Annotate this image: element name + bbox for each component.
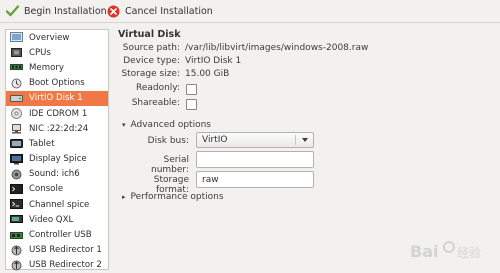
sidebar-item-cpus[interactable]: CPUs: [6, 45, 108, 60]
storage-size-label: Storage size:: [121, 69, 180, 79]
disk-bus-value: VirtIO: [202, 135, 228, 145]
performance-options-expander[interactable]: ▸ Performance options: [122, 192, 224, 202]
cpu-icon: [9, 47, 24, 59]
overview-icon: [9, 32, 24, 44]
expander-right-icon: ▸: [122, 193, 126, 201]
console-icon: [9, 183, 24, 195]
sidebar-item-video-qxl[interactable]: Video QXL: [6, 212, 108, 227]
disk-bus-combo[interactable]: VirtIO: [196, 132, 314, 148]
storage-size-value: 15.00 GiB: [185, 69, 230, 79]
sidebar-item-console[interactable]: Console: [6, 182, 108, 197]
sidebar-item-label: Video QXL: [29, 214, 74, 225]
channel-icon: [9, 199, 24, 211]
sidebar-item-label: Memory: [29, 62, 64, 73]
toolbar: Begin Installation Cancel Installation: [0, 0, 500, 23]
expander-down-icon: ▾: [122, 121, 126, 129]
boot-options-icon: [9, 77, 24, 89]
sidebar-item-label: Console: [29, 184, 64, 195]
disk-icon: [9, 92, 24, 104]
checkmark-icon: [6, 5, 19, 17]
sidebar-item-tablet[interactable]: Tablet: [6, 136, 108, 151]
sidebar-item-usb-redirector-1[interactable]: USB Redirector 1: [6, 243, 108, 258]
source-path-label: Source path:: [122, 43, 180, 53]
tablet-icon: [9, 138, 24, 150]
sidebar-item-sound[interactable]: Sound: ich6: [6, 167, 108, 182]
sidebar-item-label: Channel spice: [29, 199, 90, 210]
shareable-checkbox[interactable]: [186, 99, 197, 110]
sidebar-item-label: Sound: ich6: [29, 169, 80, 180]
sidebar-item-controller-usb[interactable]: Controller USB: [6, 227, 108, 242]
sidebar-item-channel-spice[interactable]: Channel spice: [6, 197, 108, 212]
controller-icon: [9, 229, 24, 241]
readonly-label: Readonly:: [135, 83, 180, 93]
sidebar-item-usb-redirector-2[interactable]: USB Redirector 2: [6, 258, 108, 273]
chevron-down-icon: [302, 138, 308, 142]
sound-icon: [9, 168, 24, 180]
baidu-watermark-logo: Bai 经验: [410, 241, 481, 261]
sidebar-item-nic[interactable]: NIC :22:2d:24: [6, 121, 108, 136]
usb-redirector-icon: [9, 244, 24, 256]
sidebar-item-label: Overview: [29, 32, 70, 43]
svg-text:经验: 经验: [457, 245, 481, 260]
memory-icon: [9, 62, 24, 74]
performance-options-label: Performance options: [130, 192, 224, 202]
readonly-checkbox[interactable]: [186, 84, 197, 95]
sidebar-item-overview[interactable]: Overview: [6, 30, 108, 45]
serial-number-input[interactable]: [196, 151, 314, 168]
sidebar-item-label: CPUs: [29, 47, 51, 58]
sidebar-item-label: USB Redirector 1: [29, 245, 102, 256]
disk-details-panel: Virtual Disk Source path: /var/lib/libvi…: [118, 29, 498, 269]
combo-divider: [295, 135, 296, 145]
begin-installation-button[interactable]: Begin Installation: [6, 3, 107, 19]
sidebar-item-label: Boot Options: [29, 78, 85, 89]
sidebar-item-label: Display Spice: [29, 154, 87, 165]
device-type-label: Device type:: [123, 56, 180, 66]
shareable-label: Shareable:: [131, 98, 180, 108]
sidebar-item-label: USB Redirector 2: [29, 260, 102, 271]
begin-installation-label: Begin Installation: [24, 5, 107, 17]
cdrom-icon: [9, 108, 24, 120]
sidebar-item-label: NIC :22:2d:24: [29, 123, 89, 134]
sidebar-item-label: Tablet: [29, 138, 55, 149]
hardware-list: Overview CPUs Memory Boot Options VirtIO…: [5, 29, 109, 273]
sidebar-item-label: VirtIO Disk 1: [29, 93, 83, 104]
cancel-installation-label: Cancel Installation: [125, 5, 213, 17]
sidebar-item-ide-cdrom-1[interactable]: IDE CDROM 1: [6, 106, 108, 121]
advanced-options-expander[interactable]: ▾ Advanced options: [122, 120, 211, 130]
sidebar-item-memory[interactable]: Memory: [6, 60, 108, 75]
storage-format-input[interactable]: [196, 171, 314, 188]
source-path-value: /var/lib/libvirt/images/windows-2008.raw: [185, 43, 369, 53]
sidebar-item-virtio-disk-1[interactable]: VirtIO Disk 1: [6, 90, 108, 106]
serial-number-label: Serial number:: [151, 155, 189, 175]
disk-bus-label: Disk bus:: [147, 136, 189, 146]
section-title: Virtual Disk: [118, 29, 181, 40]
svg-text:Bai: Bai: [410, 242, 438, 261]
display-icon: [9, 153, 24, 165]
advanced-options-label: Advanced options: [130, 120, 211, 130]
device-type-value: VirtIO Disk 1: [185, 56, 242, 66]
network-icon: [9, 123, 24, 135]
sidebar-item-boot-options[interactable]: Boot Options: [6, 76, 108, 91]
sidebar-item-display-spice[interactable]: Display Spice: [6, 152, 108, 167]
sidebar-item-label: IDE CDROM 1: [29, 108, 88, 119]
sidebar-item-label: Controller USB: [29, 230, 92, 241]
cancel-installation-button[interactable]: Cancel Installation: [107, 3, 213, 19]
video-icon: [9, 214, 24, 226]
cancel-icon: [107, 5, 120, 17]
